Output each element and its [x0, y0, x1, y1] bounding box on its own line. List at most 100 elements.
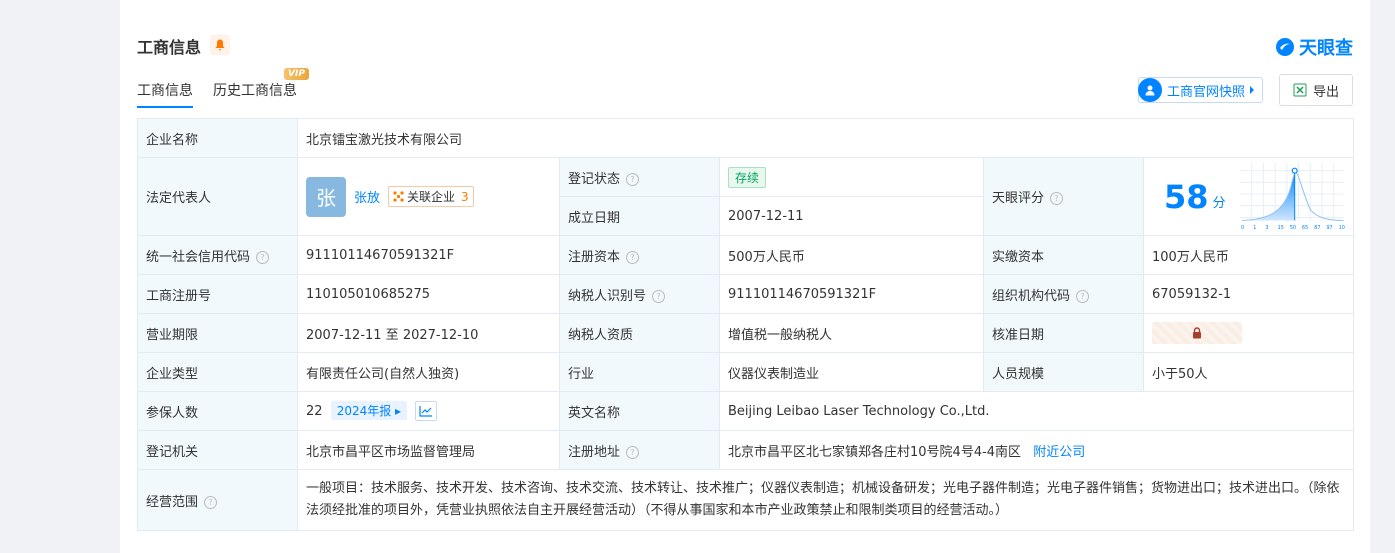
business-info-table: 企业名称 北京镭宝激光技术有限公司 法定代表人 张 张放 关联企业 3 登记状态…: [137, 118, 1355, 531]
caret-right-icon: [1250, 86, 1255, 94]
address-cell: 北京市昌平区北七家镇郑各庄村10号院4号4-4南区 附近公司: [718, 430, 1355, 470]
credit-code-value: 91110114670591321F: [297, 235, 560, 275]
insured-value: 22: [306, 403, 323, 419]
help-icon[interactable]: ?: [652, 289, 666, 303]
logo-text: 天眼查: [1299, 38, 1353, 59]
locked-value[interactable]: [1152, 322, 1242, 344]
industry-value: 仪器仪表制造业: [719, 352, 984, 392]
score-tick-label: 50: [1289, 225, 1295, 231]
address-label-cell: 注册地址?: [559, 430, 720, 470]
help-icon[interactable]: ?: [626, 445, 640, 459]
org-code-value: 67059132-1: [1142, 274, 1355, 314]
biz-reg-no-value: 110105010685275: [297, 274, 560, 314]
bell-icon[interactable]: [210, 35, 230, 55]
company-name: 北京镭宝激光技术有限公司: [296, 118, 1355, 158]
reg-status-label: 登记状态: [568, 171, 621, 187]
score-distribution-chart: 0 1 3 15 50 65 87 97 100: [1239, 162, 1345, 231]
approval-date-label: 核准日期: [983, 313, 1144, 353]
reg-status-cell: 存续: [719, 157, 984, 197]
table-row: 法定代表人 张 张放 关联企业 3 登记状态? 存续 天眼评分? 58 分 0 …: [137, 157, 1355, 236]
table-row: 企业名称 北京镭宝激光技术有限公司: [137, 118, 1355, 158]
table-row: 登记机关 北京市昌平区市场监督管理局 注册地址? 北京市昌平区北七家镇郑各庄村1…: [137, 430, 1355, 470]
founded-value: 2007-12-11: [719, 196, 984, 236]
approval-date-cell: [1142, 313, 1355, 353]
score-cell[interactable]: 58 分 0 1 3 15 50 65 87 97 100: [1142, 157, 1355, 236]
logo-mark-icon: [1276, 38, 1294, 56]
avatar[interactable]: 张: [306, 176, 346, 217]
help-icon[interactable]: ?: [626, 250, 640, 264]
term-label: 营业期限: [137, 313, 298, 353]
export-label: 导出: [1312, 84, 1339, 100]
table-row: 参保人数 22 2024年报 ▸ 英文名称 Beijing Leibao Las…: [137, 391, 1355, 431]
help-icon[interactable]: ?: [204, 495, 218, 509]
company-type-value: 有限责任公司(自然人独资): [297, 352, 560, 392]
score-tick-label: 1: [1253, 225, 1256, 231]
associated-count: 3: [461, 189, 469, 204]
org-code-label: 组织机构代码: [992, 288, 1071, 304]
authority-label: 登记机关: [137, 430, 298, 470]
tianyancha-logo: 天眼查: [1275, 34, 1353, 60]
taxpayer-qual-value: 增值税一般纳税人: [719, 313, 984, 353]
taxpayer-id-label: 纳税人识别号: [568, 288, 647, 304]
term-value: 2007-12-11 至 2027-12-10: [297, 313, 560, 353]
paid-capital-label: 实缴资本: [983, 235, 1144, 275]
excel-icon: [1293, 83, 1307, 97]
org-code-label-cell: 组织机构代码?: [983, 274, 1144, 314]
score-label: 天眼评分: [992, 191, 1045, 206]
taxpayer-qual-label: 纳税人资质: [559, 313, 720, 353]
report-year: 2024年报: [336, 403, 392, 418]
insured-label: 参保人数: [137, 391, 298, 431]
legal-rep-label: 法定代表人: [137, 157, 298, 236]
table-row: 经营范围? 一般项目：技术服务、技术开发、技术咨询、技术交流、技术转让、技术推广…: [137, 469, 1355, 531]
reg-status-label-cell: 登记状态?: [559, 157, 720, 197]
legal-rep-cell: 张 张放 关联企业 3: [297, 157, 560, 236]
table-row: 企业类型 有限责任公司(自然人独资) 行业 仪器仪表制造业 人员规模 小于50人: [137, 352, 1355, 392]
official-snapshot-button[interactable]: 工商官网快照: [1138, 77, 1264, 103]
help-icon[interactable]: ?: [1050, 192, 1064, 205]
score-tick-label: 87: [1314, 225, 1320, 231]
table-row: 工商注册号 110105010685275 纳税人识别号? 9111011467…: [137, 274, 1355, 314]
lock-icon: [1193, 327, 1201, 339]
paid-capital-value: 100万人民币: [1142, 235, 1355, 275]
network-icon: [393, 191, 404, 202]
scope-label: 经营范围: [146, 494, 199, 510]
reg-capital-label-cell: 注册资本?: [559, 235, 720, 275]
scope-value: 一般项目：技术服务、技术开发、技术咨询、技术交流、技术转让、技术推广；仪器仪表制…: [296, 469, 1355, 531]
insured-cell: 22 2024年报 ▸: [297, 391, 560, 431]
help-icon[interactable]: ?: [256, 250, 270, 264]
trend-chart-icon[interactable]: [415, 401, 438, 422]
authority-value: 北京市昌平区市场监督管理局: [297, 430, 560, 470]
help-icon[interactable]: ?: [626, 172, 640, 186]
score-tick-label: 3: [1265, 225, 1268, 231]
score-tick-label: 0: [1241, 225, 1244, 231]
credit-code-label: 统一社会信用代码: [146, 249, 251, 265]
address-label: 注册地址: [568, 444, 621, 460]
section-title: 工商信息: [137, 38, 202, 57]
address-value: 北京市昌平区北七家镇郑各庄村10号院4号4-4南区: [728, 444, 1022, 460]
reg-capital-value: 500万人民币: [719, 235, 984, 275]
tab-history-business-info[interactable]: 历史工商信息: [213, 80, 297, 108]
associated-label: 关联企业: [407, 190, 456, 204]
nearby-companies-link[interactable]: 附近公司: [1033, 445, 1085, 460]
associated-companies-badge[interactable]: 关联企业 3: [388, 186, 474, 207]
score-tick-label: 15: [1277, 225, 1283, 231]
score-unit: 分: [1212, 196, 1226, 211]
tab-business-info[interactable]: 工商信息: [137, 80, 193, 108]
score-label-cell: 天眼评分?: [983, 157, 1144, 236]
status-badge: 存续: [728, 166, 767, 188]
score-tick-label: 65: [1302, 225, 1308, 231]
reg-capital-label: 注册资本: [568, 249, 621, 265]
export-button[interactable]: 导出: [1279, 74, 1353, 106]
credit-code-label-cell: 统一社会信用代码?: [137, 235, 298, 275]
legal-rep-name-link[interactable]: 张放: [354, 187, 380, 206]
english-name-value: Beijing Leibao Laser Technology Co.,Ltd.: [718, 391, 1355, 431]
scope-label-cell: 经营范围?: [137, 469, 298, 531]
taxpayer-id-value: 91110114670591321F: [719, 274, 984, 314]
help-icon[interactable]: ?: [1076, 289, 1090, 303]
official-snapshot-label: 工商官网快照: [1167, 84, 1246, 100]
company-type-label: 企业类型: [137, 352, 298, 392]
industry-label: 行业: [559, 352, 720, 392]
score-value: 58: [1164, 177, 1209, 216]
annual-report-button[interactable]: 2024年报 ▸: [330, 400, 408, 420]
staff-size-label: 人员规模: [983, 352, 1144, 392]
